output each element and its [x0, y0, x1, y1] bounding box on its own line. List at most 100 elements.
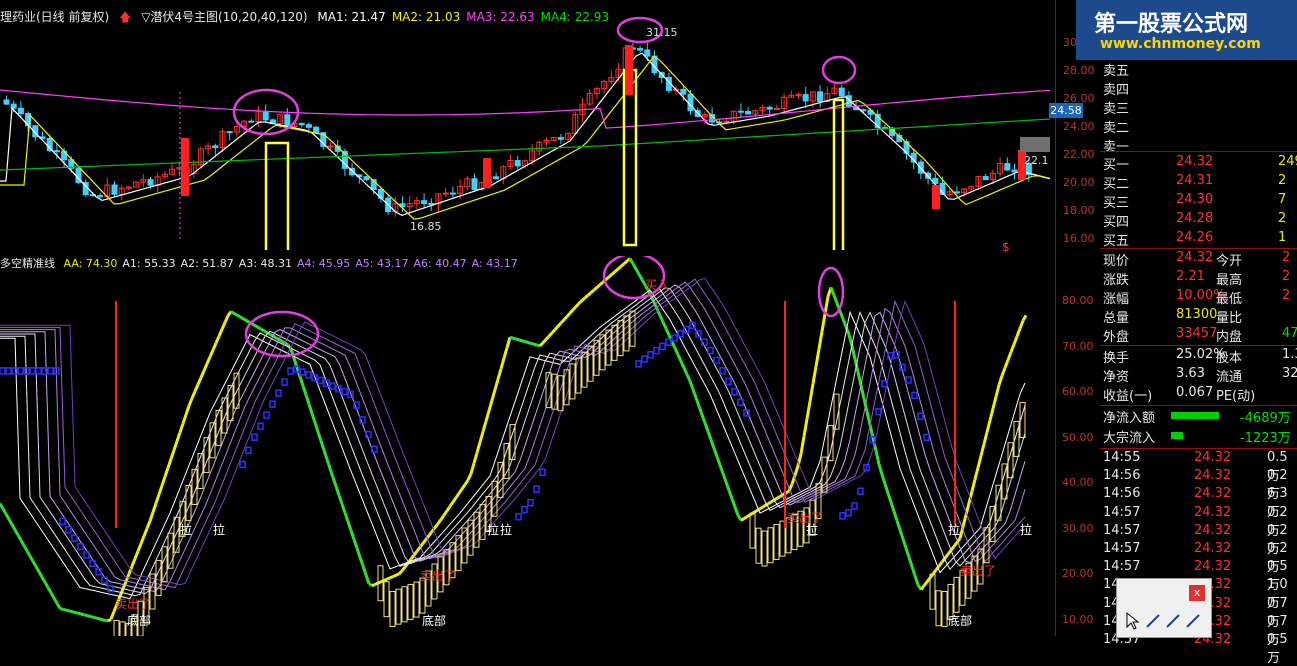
annotation-la: 拉: [500, 523, 513, 537]
buy-row: 买四 24.28 2: [1100, 211, 1297, 230]
annotation-sell: 卖出了: [420, 569, 457, 583]
price-tag: 24.58: [1049, 103, 1083, 118]
tick-row: 14:57 24.32 0.2万: [1100, 504, 1297, 539]
tick-price: 24.32: [1194, 486, 1232, 502]
annotation-la: 拉: [180, 523, 193, 537]
buy-label: 买五: [1103, 234, 1130, 249]
tick-row: 14:56 24.32 0.2万: [1100, 468, 1297, 502]
sub-chart-header: 多空精准线 AA: 74.30 A1: 55.33 A2: 51.87 A3: 48.…: [0, 255, 528, 270]
annotation-sell: 卖出了: [960, 564, 997, 578]
drawing-toolbox[interactable]: x: [1116, 578, 1212, 638]
annotation-la: 拉: [213, 523, 226, 537]
stat-value: 24.32: [1176, 250, 1214, 265]
red-arrow-icon: 🡅: [119, 10, 132, 24]
stat2-row: 收益(一) 0.067 PE(动): [1100, 385, 1297, 404]
tick-time: 14:56: [1103, 486, 1141, 502]
stat-key: 涨幅: [1103, 292, 1130, 307]
sell-label: 卖五: [1103, 64, 1130, 79]
ma-labels: MA1: 21.47 MA2: 21.03 MA3: 22.63 MA4: 22.93: [317, 10, 615, 24]
stat-row: 涨幅 10.00% 最低 2: [1100, 288, 1297, 307]
buy-volume: 7: [1278, 192, 1287, 207]
high-price-label: 31.15: [646, 26, 678, 39]
sell-label: 卖二: [1103, 121, 1130, 136]
stat-row: 外盘 33457 内盘 47: [1100, 326, 1297, 345]
sell-row: 卖五: [1100, 60, 1297, 79]
sub-value-label: A6: 40.47: [413, 257, 467, 270]
buy-label: 买三: [1103, 196, 1130, 211]
stock-title: 理药业(日线 前复权): [0, 10, 110, 24]
annotation-sell: 卖出了: [115, 597, 152, 611]
buy-volume: 2497: [1278, 154, 1297, 169]
stat-value: 3.63: [1176, 366, 1205, 381]
sell-label: 卖一: [1103, 140, 1130, 155]
chart-area[interactable]: 理药业(日线 前复权) 🡅 ▽潜伏4号主图(10,20,40,120) MA1:…: [0, 0, 1095, 636]
tick-time: 14:55: [1103, 450, 1141, 465]
stat-value: 47: [1282, 326, 1297, 341]
buy-volume: 2: [1278, 211, 1287, 226]
annotation-la: 拉: [948, 523, 961, 537]
stat-key: 今开: [1216, 254, 1243, 269]
stat-key: 净资: [1103, 370, 1130, 385]
stat-key: 现价: [1103, 254, 1130, 269]
stat-value: 2: [1282, 250, 1291, 265]
watermark-url: www.chnmoney.com: [1100, 36, 1261, 52]
annotation-bottom: 底部: [127, 614, 152, 628]
stat-key: 换手: [1103, 351, 1130, 366]
stat-value: 2: [1282, 288, 1291, 303]
tick-time: 14:56: [1103, 468, 1141, 484]
tick-time: 14:57: [1103, 522, 1141, 538]
flow-row: 大宗流入 -1223万: [1100, 427, 1297, 446]
indicator-chart[interactable]: [0, 256, 1055, 636]
sub-value-label: A3: 48.31: [238, 257, 293, 270]
tick-row: 14:57 24.32 0.5万: [1100, 559, 1297, 593]
flow-bar: [1171, 412, 1219, 419]
buy-price: 24.31: [1176, 173, 1214, 188]
stat-key: 涨跌: [1103, 273, 1130, 288]
buy-label: 买四: [1103, 215, 1130, 230]
tick-time: 14:57: [1103, 541, 1141, 556]
flow-value: -4689万: [1240, 411, 1291, 426]
stat-value: 32: [1282, 366, 1297, 381]
stat-key: 流通: [1216, 370, 1243, 385]
sub-value-label: A5: 43.17: [355, 257, 409, 270]
flow-bar: [1171, 432, 1183, 439]
buy-volume: 1: [1278, 230, 1287, 245]
low-price-label: 16.85: [410, 220, 442, 233]
stat-row: 现价 24.32 今开 2: [1100, 250, 1297, 269]
flow-label: 净流入额: [1103, 411, 1156, 426]
candlestick-chart[interactable]: [0, 0, 1055, 250]
annotation-buy: 买入: [645, 278, 670, 292]
tick-price: 24.32: [1194, 450, 1232, 465]
tick-row: 14:57 24.32 0.2万: [1100, 522, 1297, 557]
buy-row: 买五 24.26 1: [1100, 230, 1297, 249]
tick-row: 14:57 24.32 0.2万: [1100, 541, 1297, 575]
ma-label: MA2: 21.03: [391, 10, 461, 24]
tick-volume: 0.5万: [1267, 632, 1288, 666]
stat-value: 2.21: [1176, 269, 1205, 284]
stat-key: 最高: [1216, 273, 1243, 288]
panel-divider: [1055, 0, 1056, 636]
stat-key: 总量: [1103, 311, 1130, 326]
sub-value-label: A1: 55.33: [122, 257, 176, 270]
sub-value-label: A4: 45.95: [297, 257, 351, 270]
watermark-banner: 第一股票公式网 www.chnmoney.com: [1076, 0, 1297, 60]
stat2-row: 净资 3.63 流通 32: [1100, 366, 1297, 385]
sell-label: 卖四: [1103, 83, 1130, 98]
annotation-bottom: 底部: [422, 614, 447, 628]
tick-price: 24.32: [1194, 468, 1232, 484]
draw-tools-icon[interactable]: [1117, 579, 1211, 637]
sub-chart-name: 多空精准线: [0, 257, 55, 270]
dollar-icon: $: [1002, 240, 1010, 254]
sell-label: 卖三: [1103, 102, 1130, 117]
stat-value: 33457: [1176, 326, 1218, 341]
flow-value: -1223万: [1240, 431, 1291, 446]
tick-row: 14:55 24.32 0.5万: [1100, 450, 1297, 484]
tick-row: 14:56 24.32 6.3万: [1100, 486, 1297, 520]
tick-price: 24.32: [1194, 522, 1232, 538]
stat-value: 1.3: [1282, 347, 1297, 362]
stat-value: 81300: [1176, 307, 1218, 322]
buy-price: 24.28: [1176, 211, 1214, 226]
tick-price: 24.32: [1194, 559, 1232, 575]
buy-volume: 2: [1278, 173, 1287, 188]
tick-price: 24.32: [1194, 504, 1232, 520]
